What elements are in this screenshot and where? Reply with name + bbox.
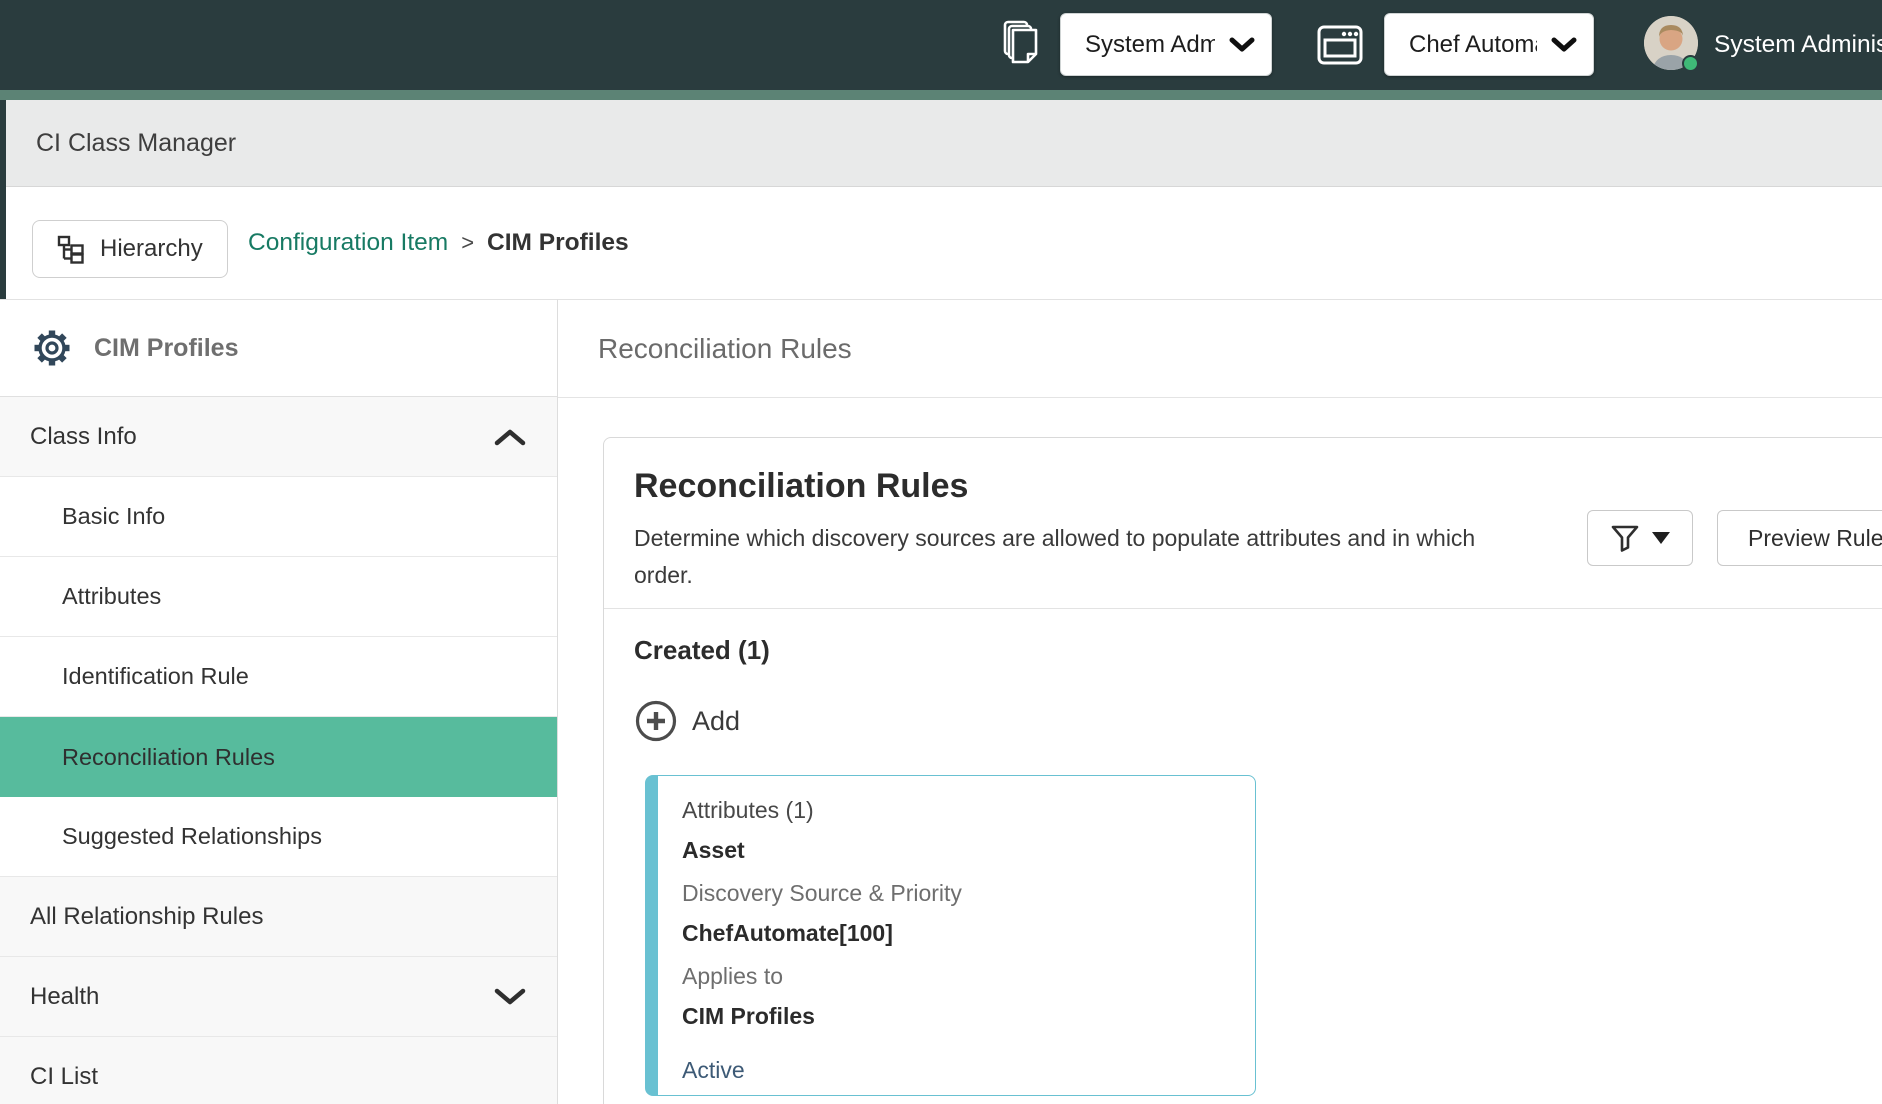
rule-applies-value: CIM Profiles xyxy=(682,996,1231,1036)
sidebar-item-identification-rule[interactable]: Identification Rule xyxy=(0,637,557,717)
sidebar-item-suggested-relationships[interactable]: Suggested Relationships xyxy=(0,797,557,877)
created-heading: Created (1) xyxy=(634,633,1882,667)
accent-strip xyxy=(0,90,1882,100)
add-rule-button[interactable]: Add xyxy=(634,699,764,743)
hierarchy-button[interactable]: Hierarchy xyxy=(32,220,228,278)
sidebar-item-label: Reconciliation Rules xyxy=(62,744,275,771)
sidebar-item-label: Suggested Relationships xyxy=(62,823,322,850)
add-label: Add xyxy=(692,706,740,737)
presence-online-dot xyxy=(1682,55,1699,72)
hierarchy-icon xyxy=(57,234,87,264)
main-section-header: Reconciliation Rules xyxy=(558,300,1882,398)
stacked-pages-icon xyxy=(998,18,1046,72)
sidebar-item-attributes[interactable]: Attributes xyxy=(0,557,557,637)
update-set-button[interactable] xyxy=(998,0,1046,90)
sidebar-item-basic-info[interactable]: Basic Info xyxy=(0,477,557,557)
sidebar-item-label: All Relationship Rules xyxy=(30,903,263,931)
breadcrumb-current: CIM Profiles xyxy=(487,229,629,257)
ci-class-manager-app: System Administrator Chef Automate xyxy=(0,0,1882,1104)
sidebar-item-health[interactable]: Health xyxy=(0,957,557,1037)
rule-attributes-label: Attributes (1) xyxy=(682,790,1231,830)
breadcrumb: Configuration Item > CIM Profiles xyxy=(248,187,629,299)
rule-status-badge: Active xyxy=(682,1050,1231,1090)
sidebar-item-label: Health xyxy=(30,983,99,1011)
application-scope-button[interactable] xyxy=(1316,0,1364,90)
app-window-icon xyxy=(1316,23,1364,67)
plus-circle-icon xyxy=(634,699,678,743)
main-content: Reconciliation Rules Reconciliation Rule… xyxy=(558,299,1882,1104)
sidebar-class-header: CIM Profiles xyxy=(0,300,557,397)
page-title-bar: CI Class Manager xyxy=(0,100,1882,187)
context-bar: Hierarchy Configuration Item > CIM Profi… xyxy=(0,187,1882,299)
sidebar-item-class-info[interactable]: Class Info xyxy=(0,397,557,477)
rule-applies-label: Applies to xyxy=(682,956,1231,996)
application-value: Chef Automate xyxy=(1409,31,1537,59)
sidebar-item-all-relationship-rules[interactable]: All Relationship Rules xyxy=(0,877,557,957)
update-set-select[interactable]: System Administrator xyxy=(1060,13,1272,76)
reconciliation-rule-card[interactable]: Attributes (1) Asset Discovery Source & … xyxy=(645,775,1256,1096)
sidebar-class-name: CIM Profiles xyxy=(94,334,238,363)
panel-head: Reconciliation Rules Determine which dis… xyxy=(604,438,1882,608)
reconciliation-rules-panel: Reconciliation Rules Determine which dis… xyxy=(603,437,1882,1104)
sidebar-item-label: Attributes xyxy=(62,583,161,610)
top-banner: System Administrator Chef Automate xyxy=(0,0,1882,90)
rule-attributes-value: Asset xyxy=(682,830,1231,870)
chevron-up-icon[interactable] xyxy=(493,427,527,447)
sidebar-item-label: Basic Info xyxy=(62,503,165,530)
sidebar-item-label: CI List xyxy=(30,1063,98,1091)
chevron-down-icon xyxy=(1551,37,1577,53)
panel-title: Reconciliation Rules xyxy=(634,466,1882,506)
rule-discovery-value: ChefAutomate[100] xyxy=(682,913,1231,953)
application-select[interactable]: Chef Automate xyxy=(1384,13,1594,76)
page-title: CI Class Manager xyxy=(36,129,236,158)
funnel-icon xyxy=(1610,523,1640,553)
chevron-down-icon xyxy=(1229,37,1255,53)
filter-button[interactable] xyxy=(1587,510,1693,566)
hierarchy-label: Hierarchy xyxy=(100,235,203,263)
gear-icon xyxy=(28,324,76,372)
sidebar-item-ci-list[interactable]: CI List xyxy=(0,1037,557,1104)
breadcrumb-parent-link[interactable]: Configuration Item xyxy=(248,229,448,257)
panel-body: Created (1) Add Attributes (1) Asset D xyxy=(604,609,1882,1096)
sidebar-item-reconciliation-rules[interactable]: Reconciliation Rules xyxy=(0,717,557,797)
class-sidebar: CIM Profiles Class Info Basic Info Attri… xyxy=(0,299,558,1104)
caret-down-icon xyxy=(1652,532,1670,544)
sidebar-item-label: Class Info xyxy=(30,423,137,451)
section-title: Reconciliation Rules xyxy=(598,333,852,365)
user-name[interactable]: System Administrator xyxy=(1714,0,1882,90)
sidebar-item-label: Identification Rule xyxy=(62,663,249,690)
preview-rule-button[interactable]: Preview Rule xyxy=(1717,510,1882,566)
breadcrumb-separator: > xyxy=(461,230,474,256)
user-avatar[interactable] xyxy=(1644,16,1698,74)
chevron-down-icon[interactable] xyxy=(493,987,527,1007)
panel-actions: Preview Rule xyxy=(1587,510,1882,566)
update-set-value: System Administrator xyxy=(1085,31,1215,59)
panel-description: Determine which discovery sources are al… xyxy=(634,520,1514,594)
rule-discovery-label: Discovery Source & Priority xyxy=(682,873,1231,913)
